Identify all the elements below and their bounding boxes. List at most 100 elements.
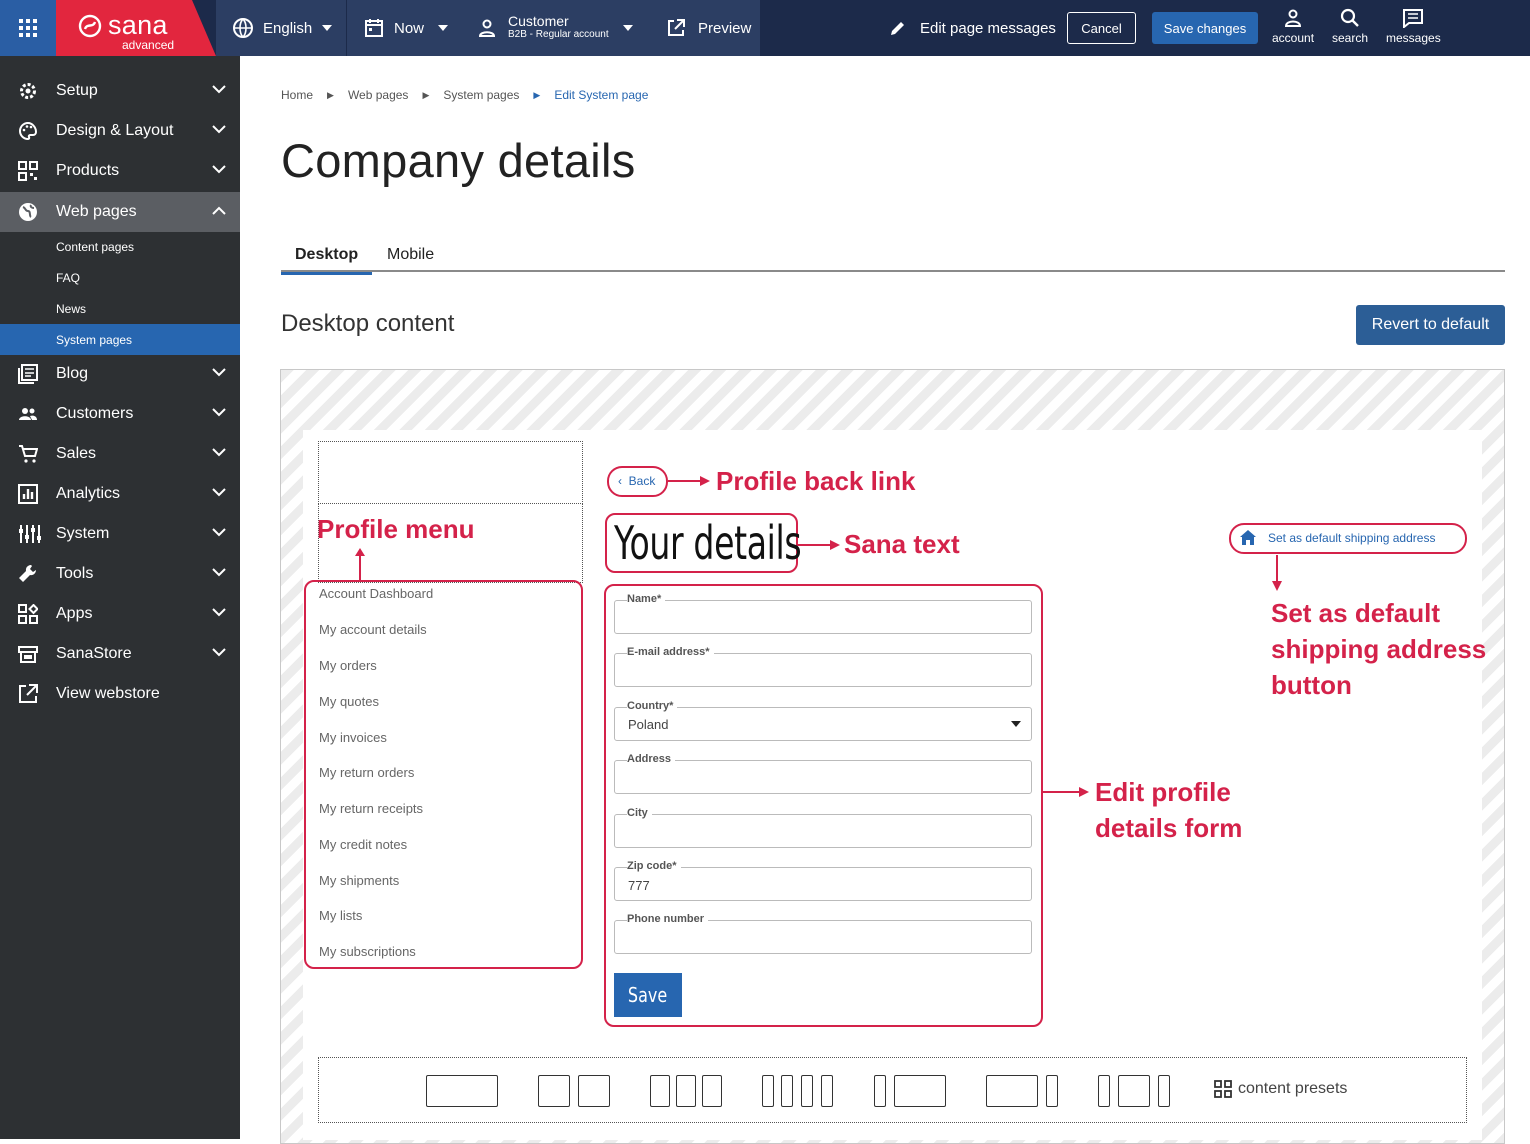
breadcrumb: Home ▶ Web pages ▶ System pages ▶ Edit S… [281,88,648,102]
breadcrumb-web-pages[interactable]: Web pages [348,88,409,102]
preset-3-columns[interactable] [702,1075,722,1107]
preset-narrow-wide[interactable] [894,1075,946,1107]
revert-to-default-button[interactable]: Revert to default [1356,305,1505,345]
profile-menu-item[interactable]: My quotes [319,694,379,709]
search-icon [1340,8,1359,27]
sidebar-item-analytics[interactable]: Analytics [0,474,240,514]
preset-narrow-wide-narrow[interactable] [1158,1075,1170,1107]
city-field[interactable] [614,814,1032,848]
annotation-sana-text: Sana text [844,529,960,559]
tab-desktop[interactable]: Desktop [281,246,373,275]
profile-menu-item[interactable]: My lists [319,908,362,923]
name-field[interactable] [614,600,1032,634]
preset-2-columns[interactable] [538,1075,570,1107]
sidebar-item-system[interactable]: System [0,514,240,554]
profile-menu-item[interactable]: My shipments [319,873,399,888]
sidebar-item-label: Design & Layout [56,122,174,139]
sidebar-subitem-content-pages[interactable]: Content pages [0,231,240,262]
preset-3-columns[interactable] [676,1075,696,1107]
sidebar-subitem-news[interactable]: News [0,293,240,324]
sidebar-item-label: Setup [56,82,98,99]
sidebar-item-products[interactable]: Products [0,151,240,191]
preset-2-columns[interactable] [578,1075,610,1107]
annotation-line: Edit profile [1095,777,1231,807]
annotation-set-default: Set as default shipping address button [1271,595,1486,703]
country-label: Country* [627,700,678,712]
sidebar-item-tools[interactable]: Tools [0,554,240,594]
search-button[interactable]: search [1332,8,1368,45]
sidebar-item-customers[interactable]: Customers [0,394,240,434]
sidebar-subitem-faq[interactable]: FAQ [0,262,240,293]
cancel-button[interactable]: Cancel [1067,12,1136,44]
preset-narrow-wide-narrow[interactable] [1118,1075,1150,1107]
tab-mobile[interactable]: Mobile [387,246,434,264]
email-field[interactable] [614,653,1032,687]
time-selector[interactable]: Now [364,0,449,56]
sidebar-item-design-layout[interactable]: Design & Layout [0,111,240,151]
profile-menu-item[interactable]: My orders [319,658,377,673]
profile-menu-item[interactable]: My return orders [319,765,414,780]
preset-narrow-wide[interactable] [874,1075,886,1107]
chevron-down-icon [212,368,226,377]
preset-4-columns[interactable] [781,1075,793,1107]
sidebar-item-sales[interactable]: Sales [0,434,240,474]
customer-selector[interactable]: Customer B2B - Regular account [478,0,633,56]
time-label: Now [394,19,425,37]
sidebar-item-view-webstore[interactable]: View webstore [0,674,240,714]
breadcrumb-system-pages[interactable]: System pages [443,88,519,102]
edit-page-messages[interactable]: Edit page messages [888,0,1056,56]
chevron-down-icon [322,25,333,31]
app-launcher-button[interactable] [0,0,56,56]
form-save-label: Save [628,983,668,1007]
preset-4-columns[interactable] [821,1075,833,1107]
preset-4-columns[interactable] [762,1075,774,1107]
profile-menu-item[interactable]: My return receipts [319,801,423,816]
back-link[interactable]: ‹ Back [618,474,655,488]
address-field[interactable] [614,760,1032,794]
preview-label: Preview [698,19,752,37]
sidebar-item-label: Sales [56,445,97,462]
form-save-button[interactable]: Save [614,973,682,1017]
breadcrumb-home[interactable]: Home [281,88,313,102]
preset-wide-narrow[interactable] [1046,1075,1058,1107]
preset-1-column[interactable] [426,1075,498,1107]
chevron-down-icon [212,608,226,617]
content-presets-button[interactable]: content presets [1214,1080,1347,1098]
zip-value: 777 [628,878,650,893]
sana-logo[interactable]: sana advanced [56,0,216,56]
sidebar-subitem-system-pages[interactable]: System pages [0,324,240,355]
phone-field[interactable] [614,920,1032,954]
context-bar: English Now Customer B2B - Regular accou… [216,0,760,56]
zip-field[interactable] [614,867,1032,901]
profile-menu-item[interactable]: My subscriptions [319,944,416,959]
set-default-shipping-button[interactable]: Set as default shipping address [1240,530,1435,545]
content-presets-label: content presets [1238,1080,1348,1097]
sidebar-item-setup[interactable]: Setup [0,71,240,111]
chevron-down-icon [622,25,633,31]
back-link-label: Back [628,474,656,488]
sidebar-item-web-pages[interactable]: Web pages [0,192,240,232]
messages-button[interactable]: messages [1386,8,1441,45]
chevron-down-icon [212,488,226,497]
presets-grid-icon [1214,1080,1232,1098]
preview-button[interactable]: Preview [666,0,751,56]
empty-content-block[interactable] [318,441,583,504]
sidebar-item-apps[interactable]: Apps [0,594,240,634]
language-selector[interactable]: English [232,0,333,56]
account-button[interactable]: account [1272,8,1314,45]
city-label: City [627,807,652,819]
save-changes-button[interactable]: Save changes [1152,12,1258,44]
preset-narrow-wide-narrow[interactable] [1098,1075,1110,1107]
profile-menu-item[interactable]: My invoices [319,730,387,745]
profile-menu-item[interactable]: My credit notes [319,837,407,852]
country-select[interactable] [614,707,1032,741]
chevron-down-icon [438,25,449,31]
preset-3-columns[interactable] [650,1075,670,1107]
preset-wide-narrow[interactable] [986,1075,1038,1107]
people-icon [19,408,37,420]
profile-menu-item[interactable]: Account Dashboard [319,586,433,601]
sidebar-item-sanastore[interactable]: SanaStore [0,634,240,674]
preset-4-columns[interactable] [801,1075,813,1107]
profile-menu-item[interactable]: My account details [319,622,427,637]
sidebar-item-blog[interactable]: Blog [0,354,240,394]
